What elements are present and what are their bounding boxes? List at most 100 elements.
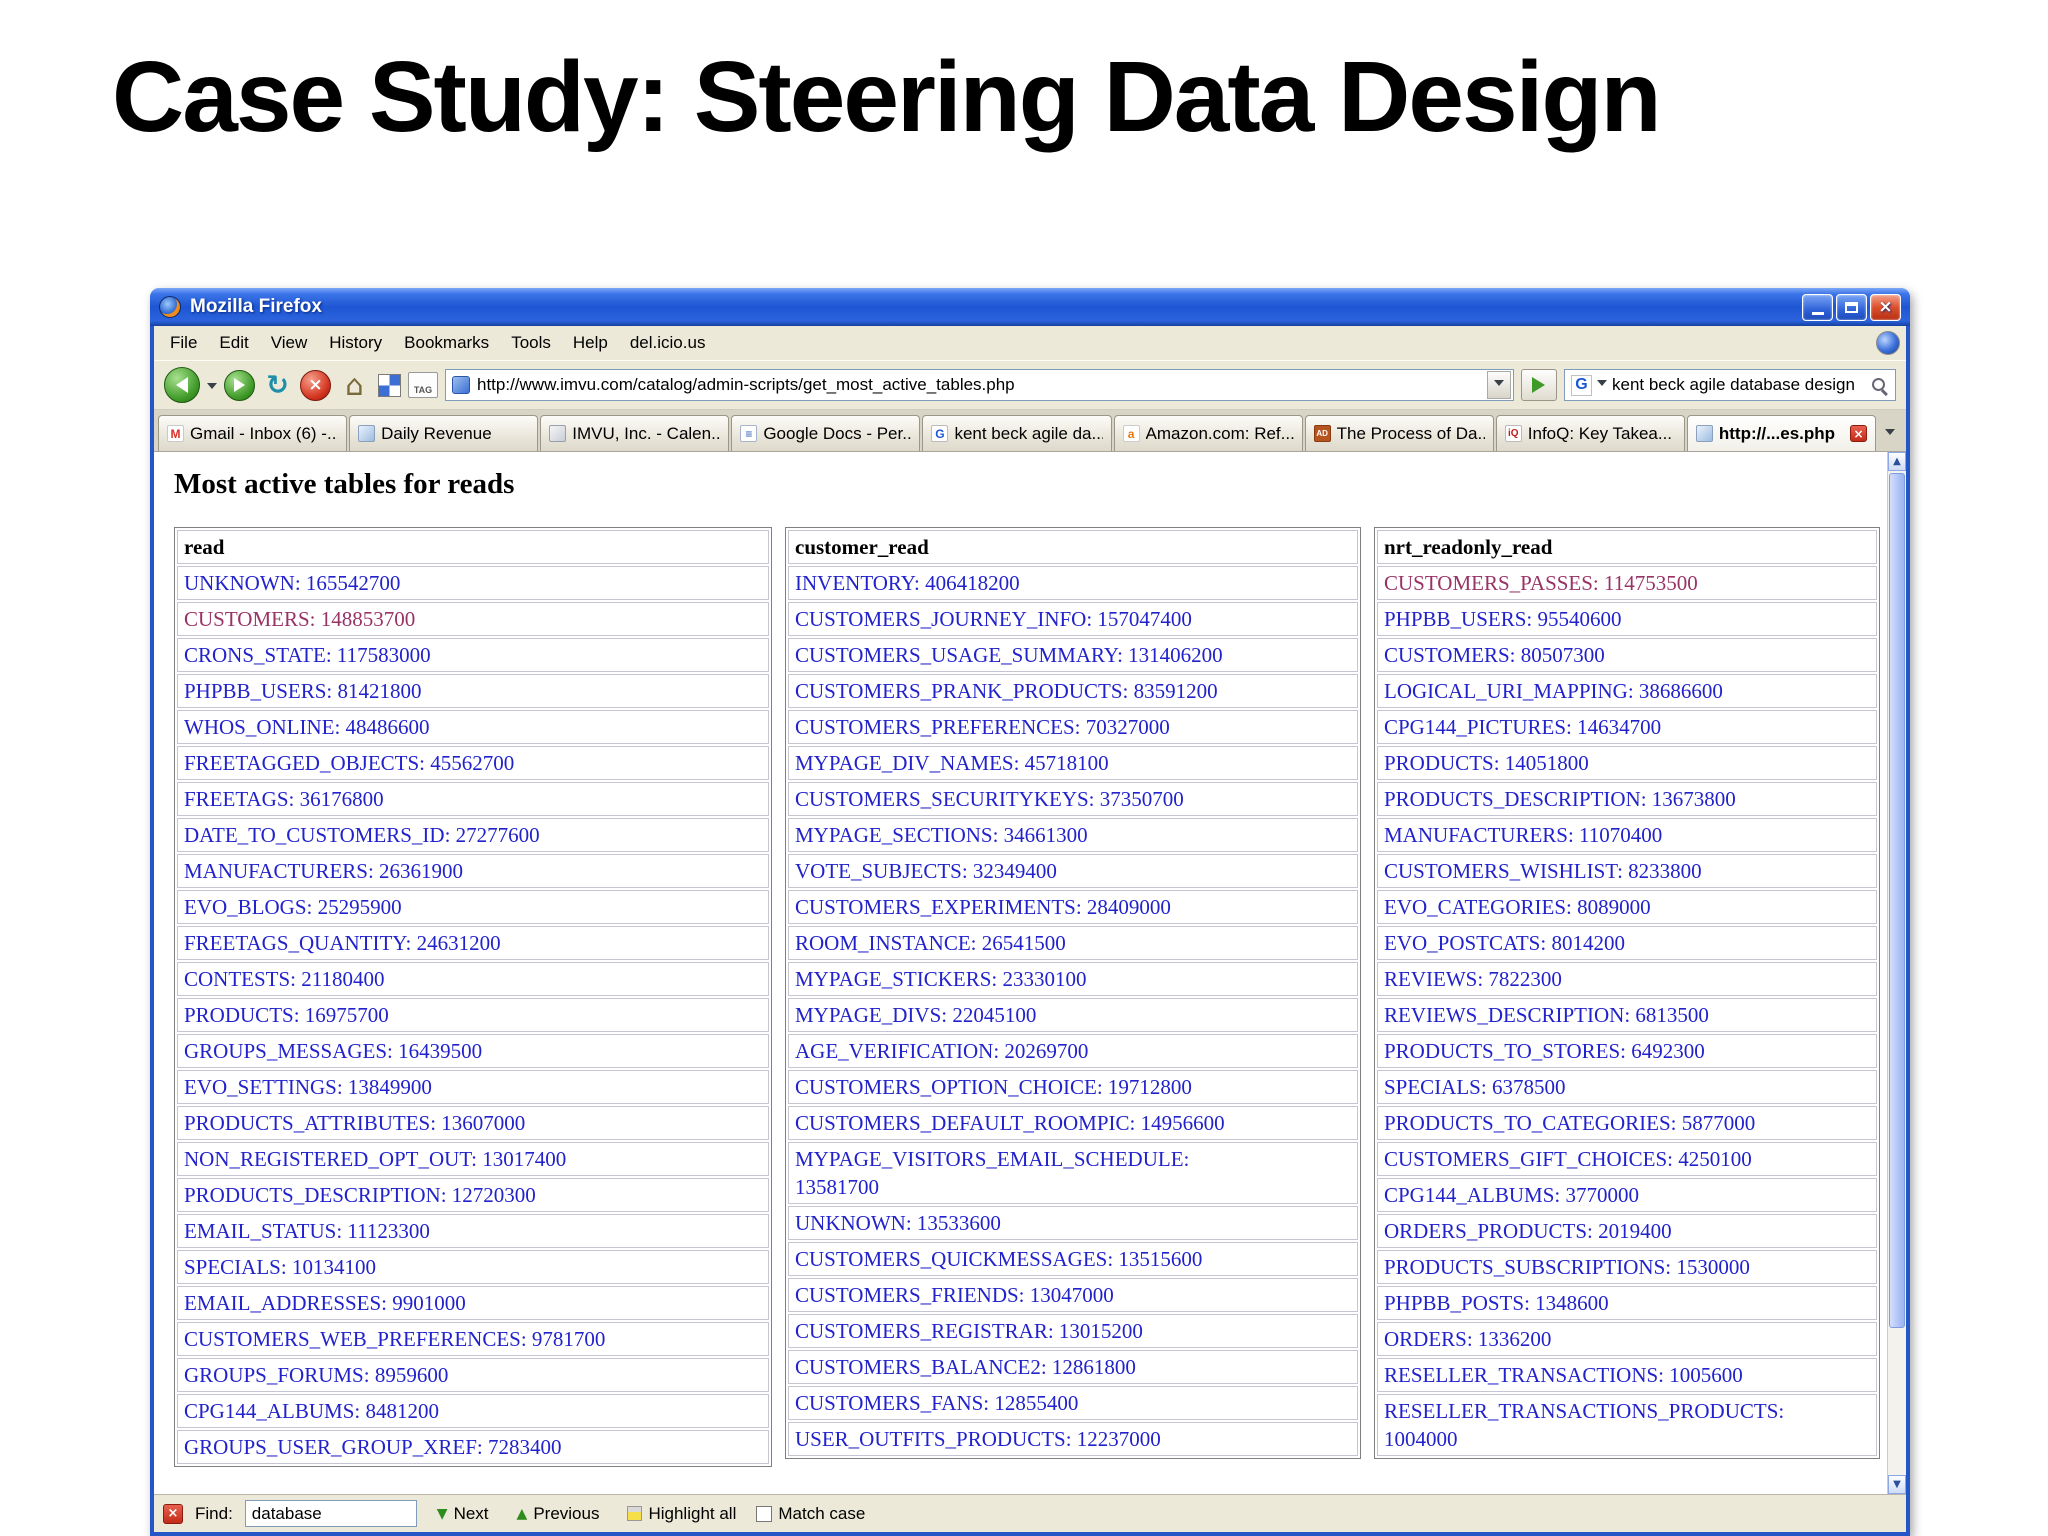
table-link[interactable]: DATE_TO_CUSTOMERS_ID: 27277600 xyxy=(184,823,540,847)
table-link[interactable]: CUSTOMERS_PASSES: 114753500 xyxy=(1384,571,1698,595)
minimize-button[interactable] xyxy=(1802,294,1833,321)
table-link[interactable]: FREETAGS: 36176800 xyxy=(184,787,384,811)
table-link[interactable]: GROUPS_USER_GROUP_XREF: 7283400 xyxy=(184,1435,562,1459)
stop-button[interactable]: × xyxy=(300,370,331,401)
table-link[interactable]: FREETAGGED_OBJECTS: 45562700 xyxy=(184,751,514,775)
table-link[interactable]: CONTESTS: 21180400 xyxy=(184,967,384,991)
tab-3[interactable]: IMVU, Inc. - Calen... xyxy=(540,415,729,451)
menu-file[interactable]: File xyxy=(160,329,207,357)
find-next-button[interactable]: ▼ Next xyxy=(429,1501,497,1527)
back-history-dropdown-icon[interactable] xyxy=(207,383,217,394)
tab-7[interactable]: ADThe Process of Da... xyxy=(1305,415,1494,451)
table-link[interactable]: EVO_BLOGS: 25295900 xyxy=(184,895,402,919)
table-link[interactable]: FREETAGS_QUANTITY: 24631200 xyxy=(184,931,501,955)
table-link[interactable]: CUSTOMERS_WISHLIST: 8233800 xyxy=(1384,859,1702,883)
forward-button[interactable] xyxy=(224,370,255,401)
go-button[interactable] xyxy=(1521,369,1557,401)
table-link[interactable]: CUSTOMERS_JOURNEY_INFO: 157047400 xyxy=(795,607,1192,631)
table-link[interactable]: ROOM_INSTANCE: 26541500 xyxy=(795,931,1066,955)
search-icon[interactable] xyxy=(1870,376,1889,395)
table-link[interactable]: PRODUCTS_SUBSCRIPTIONS: 1530000 xyxy=(1384,1255,1750,1279)
table-link[interactable]: CUSTOMERS_PREFERENCES: 70327000 xyxy=(795,715,1170,739)
highlight-all-button[interactable]: Highlight all xyxy=(619,1501,744,1527)
table-link[interactable]: EVO_POSTCATS: 8014200 xyxy=(1384,931,1625,955)
table-link[interactable]: CUSTOMERS_GIFT_CHOICES: 4250100 xyxy=(1384,1147,1752,1171)
table-link[interactable]: REVIEWS_DESCRIPTION: 6813500 xyxy=(1384,1003,1709,1027)
table-link[interactable]: CUSTOMERS_QUICKMESSAGES: 13515600 xyxy=(795,1247,1202,1271)
menu-help[interactable]: Help xyxy=(563,329,618,357)
table-link[interactable]: SPECIALS: 10134100 xyxy=(184,1255,376,1279)
find-previous-button[interactable]: ▲ Previous xyxy=(509,1501,608,1527)
table-link[interactable]: EMAIL_ADDRESSES: 9901000 xyxy=(184,1291,466,1315)
table-link[interactable]: REVIEWS: 7822300 xyxy=(1384,967,1562,991)
table-link[interactable]: MYPAGE_STICKERS: 23330100 xyxy=(795,967,1087,991)
table-link[interactable]: CUSTOMERS_PRANK_PRODUCTS: 83591200 xyxy=(795,679,1218,703)
back-button[interactable] xyxy=(164,367,200,403)
match-case-checkbox[interactable] xyxy=(756,1506,772,1522)
url-text[interactable]: http://www.imvu.com/catalog/admin-script… xyxy=(477,375,1480,395)
tab-5[interactable]: Gkent beck agile da... xyxy=(922,415,1111,451)
menu-edit[interactable]: Edit xyxy=(209,329,258,357)
delicious-icon[interactable] xyxy=(378,374,401,397)
menu-bookmarks[interactable]: Bookmarks xyxy=(394,329,499,357)
home-button[interactable]: ⌂ xyxy=(338,369,371,402)
url-bar[interactable]: http://www.imvu.com/catalog/admin-script… xyxy=(445,369,1514,401)
table-link[interactable]: PHPBB_USERS: 81421800 xyxy=(184,679,421,703)
table-link[interactable]: CUSTOMERS_REGISTRAR: 13015200 xyxy=(795,1319,1143,1343)
menu-history[interactable]: History xyxy=(319,329,392,357)
tab-list-dropdown-button[interactable] xyxy=(1878,417,1902,451)
url-dropdown-button[interactable] xyxy=(1487,371,1511,399)
tab-close-icon[interactable]: × xyxy=(1850,425,1867,442)
menu-tools[interactable]: Tools xyxy=(501,329,561,357)
table-link[interactable]: PRODUCTS_DESCRIPTION: 12720300 xyxy=(184,1183,536,1207)
close-button[interactable]: × xyxy=(1870,294,1901,321)
table-link[interactable]: PRODUCTS_ATTRIBUTES: 13607000 xyxy=(184,1111,525,1135)
table-link[interactable]: CPG144_PICTURES: 14634700 xyxy=(1384,715,1661,739)
tag-button[interactable]: TAG xyxy=(408,372,438,398)
maximize-button[interactable] xyxy=(1836,294,1867,321)
table-link[interactable]: UNKNOWN: 165542700 xyxy=(184,571,400,595)
table-link[interactable]: CUSTOMERS_OPTION_CHOICE: 19712800 xyxy=(795,1075,1192,1099)
table-link[interactable]: WHOS_ONLINE: 48486600 xyxy=(184,715,430,739)
table-link[interactable]: GROUPS_MESSAGES: 16439500 xyxy=(184,1039,482,1063)
find-close-button[interactable]: × xyxy=(163,1504,183,1524)
table-link[interactable]: GROUPS_FORUMS: 8959600 xyxy=(184,1363,448,1387)
table-link[interactable]: INVENTORY: 406418200 xyxy=(795,571,1020,595)
tab-4[interactable]: ≡Google Docs - Per... xyxy=(731,415,920,451)
table-link[interactable]: PRODUCTS: 16975700 xyxy=(184,1003,389,1027)
table-link[interactable]: CPG144_ALBUMS: 3770000 xyxy=(1384,1183,1639,1207)
table-link[interactable]: MANUFACTURERS: 11070400 xyxy=(1384,823,1662,847)
tab-2[interactable]: Daily Revenue xyxy=(349,415,538,451)
scroll-down-icon[interactable]: ▼ xyxy=(1888,1475,1906,1494)
table-link[interactable]: PRODUCTS_DESCRIPTION: 13673800 xyxy=(1384,787,1736,811)
table-link[interactable]: EVO_SETTINGS: 13849900 xyxy=(184,1075,432,1099)
table-link[interactable]: PHPBB_USERS: 95540600 xyxy=(1384,607,1621,631)
table-link[interactable]: CUSTOMERS: 80507300 xyxy=(1384,643,1605,667)
table-link[interactable]: RESELLER_TRANSACTIONS_PRODUCTS:1004000 xyxy=(1384,1399,1784,1451)
table-link[interactable]: CUSTOMERS_SECURITYKEYS: 37350700 xyxy=(795,787,1184,811)
table-link[interactable]: ORDERS_PRODUCTS: 2019400 xyxy=(1384,1219,1672,1243)
table-link[interactable]: MYPAGE_SECTIONS: 34661300 xyxy=(795,823,1088,847)
table-link[interactable]: UNKNOWN: 13533600 xyxy=(795,1211,1001,1235)
titlebar[interactable]: Mozilla Firefox × xyxy=(150,288,1910,326)
table-link[interactable]: MYPAGE_VISITORS_EMAIL_SCHEDULE:13581700 xyxy=(795,1147,1189,1199)
table-link[interactable]: PRODUCTS_TO_STORES: 6492300 xyxy=(1384,1039,1705,1063)
find-input[interactable] xyxy=(245,1500,417,1527)
vertical-scrollbar[interactable]: ▲ ▼ xyxy=(1887,452,1906,1494)
table-link[interactable]: MYPAGE_DIV_NAMES: 45718100 xyxy=(795,751,1109,775)
scroll-up-icon[interactable]: ▲ xyxy=(1888,452,1906,471)
table-link[interactable]: VOTE_SUBJECTS: 32349400 xyxy=(795,859,1057,883)
table-link[interactable]: CUSTOMERS_DEFAULT_ROOMPIC: 14956600 xyxy=(795,1111,1225,1135)
search-query[interactable]: kent beck agile database design xyxy=(1612,375,1865,395)
table-link[interactable]: MYPAGE_DIVS: 22045100 xyxy=(795,1003,1036,1027)
tab-9[interactable]: http://...es.php× xyxy=(1687,415,1876,451)
table-link[interactable]: PRODUCTS_TO_CATEGORIES: 5877000 xyxy=(1384,1111,1755,1135)
table-link[interactable]: CUSTOMERS_FRIENDS: 13047000 xyxy=(795,1283,1114,1307)
reload-button[interactable]: ↻ xyxy=(262,370,293,401)
table-link[interactable]: NON_REGISTERED_OPT_OUT: 13017400 xyxy=(184,1147,566,1171)
scrollbar-thumb[interactable] xyxy=(1889,473,1905,1328)
table-link[interactable]: PHPBB_POSTS: 1348600 xyxy=(1384,1291,1609,1315)
table-link[interactable]: LOGICAL_URI_MAPPING: 38686600 xyxy=(1384,679,1723,703)
table-link[interactable]: RESELLER_TRANSACTIONS: 1005600 xyxy=(1384,1363,1743,1387)
table-link[interactable]: CUSTOMERS: 148853700 xyxy=(184,607,415,631)
